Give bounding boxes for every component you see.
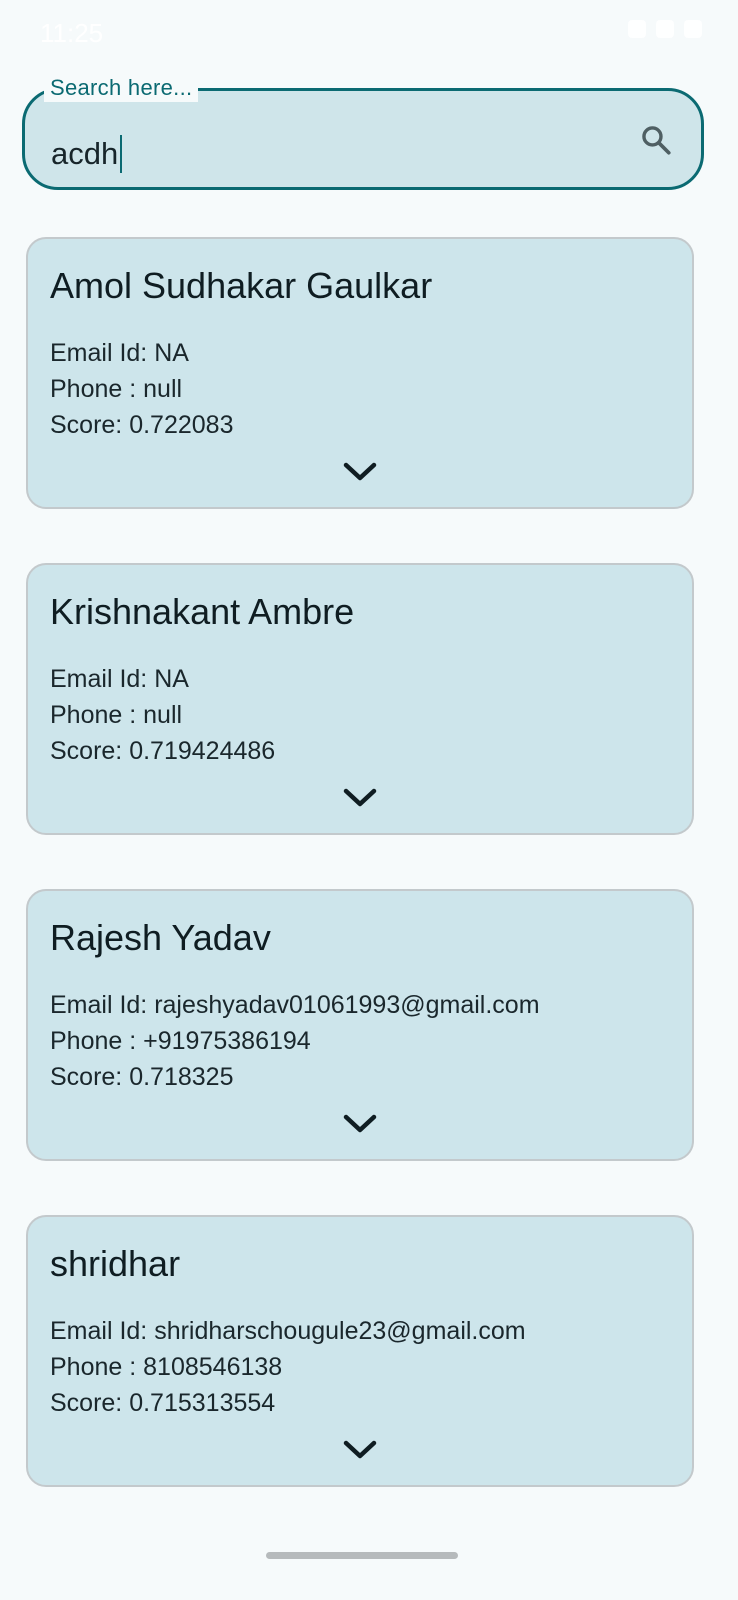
- score-label: Score:: [50, 1063, 130, 1091]
- score-label: Score:: [50, 1389, 130, 1417]
- score-label: Score:: [50, 737, 130, 765]
- result-card: shridhar Email Id: shridharschougule23@g…: [26, 1215, 694, 1487]
- chevron-down-icon: [343, 1440, 377, 1459]
- expand-button[interactable]: [338, 1109, 382, 1139]
- search-label: Search here...: [44, 74, 199, 102]
- phone-label: Phone :: [50, 1353, 144, 1381]
- result-card: Amol Sudhakar Gaulkar Email Id: NA Phone…: [26, 237, 694, 509]
- search-icon[interactable]: [639, 123, 673, 157]
- result-card: Rajesh Yadav Email Id: rajeshyadav010619…: [26, 889, 694, 1161]
- battery-icon: [684, 20, 702, 38]
- score-value: 0.719424486: [129, 737, 276, 765]
- email-value: shridharschougule23@gmail.com: [154, 1317, 526, 1345]
- signal-icon: [628, 20, 646, 38]
- email-label: Email Id:: [50, 665, 155, 693]
- chevron-down-icon: [343, 1114, 377, 1133]
- score-value: 0.718325: [129, 1063, 234, 1091]
- phone-label: Phone :: [50, 1027, 144, 1055]
- search-input[interactable]: acdh: [22, 88, 704, 190]
- expand-button[interactable]: [338, 783, 382, 813]
- contact-name: Krishnakant Ambre: [50, 591, 355, 632]
- phone-label: Phone :: [50, 375, 144, 403]
- phone-value: 8108546138: [143, 1353, 283, 1381]
- email-value: rajeshyadav01061993@gmail.com: [154, 991, 540, 1019]
- chevron-down-icon: [343, 788, 377, 807]
- email-value: NA: [154, 339, 189, 367]
- expand-button[interactable]: [338, 457, 382, 487]
- contact-phone: Phone : +91975386194: [50, 1027, 311, 1056]
- contact-email: Email Id: shridharschougule23@gmail.com: [50, 1317, 526, 1346]
- contact-email: Email Id: NA: [50, 665, 189, 694]
- result-card: Krishnakant Ambre Email Id: NA Phone : n…: [26, 563, 694, 835]
- contact-score: Score: 0.718325: [50, 1063, 233, 1092]
- email-label: Email Id:: [50, 1317, 155, 1345]
- home-indicator[interactable]: [266, 1552, 458, 1559]
- contact-email: Email Id: rajeshyadav01061993@gmail.com: [50, 991, 540, 1020]
- contact-name: Amol Sudhakar Gaulkar: [50, 265, 433, 306]
- chevron-down-icon: [343, 462, 377, 481]
- score-label: Score:: [50, 411, 130, 439]
- contact-phone: Phone : null: [50, 375, 182, 404]
- contact-score: Score: 0.715313554: [50, 1389, 275, 1418]
- email-label: Email Id:: [50, 991, 155, 1019]
- contact-score: Score: 0.719424486: [50, 737, 275, 766]
- expand-button[interactable]: [338, 1435, 382, 1465]
- phone-value: +91975386194: [143, 1027, 311, 1055]
- phone-value: null: [143, 375, 183, 403]
- phone-value: null: [143, 701, 183, 729]
- search-field[interactable]: acdh Search here...: [22, 74, 704, 190]
- score-value: 0.715313554: [129, 1389, 276, 1417]
- score-value: 0.722083: [129, 411, 234, 439]
- phone-label: Phone :: [50, 701, 144, 729]
- contact-email: Email Id: NA: [50, 339, 189, 368]
- search-input-value[interactable]: acdh: [51, 135, 123, 173]
- contact-score: Score: 0.722083: [50, 411, 233, 440]
- contact-phone: Phone : 8108546138: [50, 1353, 282, 1382]
- status-time: 11:25: [40, 18, 104, 48]
- wifi-icon: [656, 20, 674, 38]
- contact-name: Rajesh Yadav: [50, 917, 271, 958]
- text-cursor: [120, 135, 123, 173]
- email-value: NA: [154, 665, 189, 693]
- search-query-text: acdh: [51, 136, 119, 171]
- contact-phone: Phone : null: [50, 701, 182, 730]
- contact-name: shridhar: [50, 1243, 181, 1284]
- email-label: Email Id:: [50, 339, 155, 367]
- status-bar: 11:25: [0, 0, 738, 64]
- status-icons: [628, 20, 702, 38]
